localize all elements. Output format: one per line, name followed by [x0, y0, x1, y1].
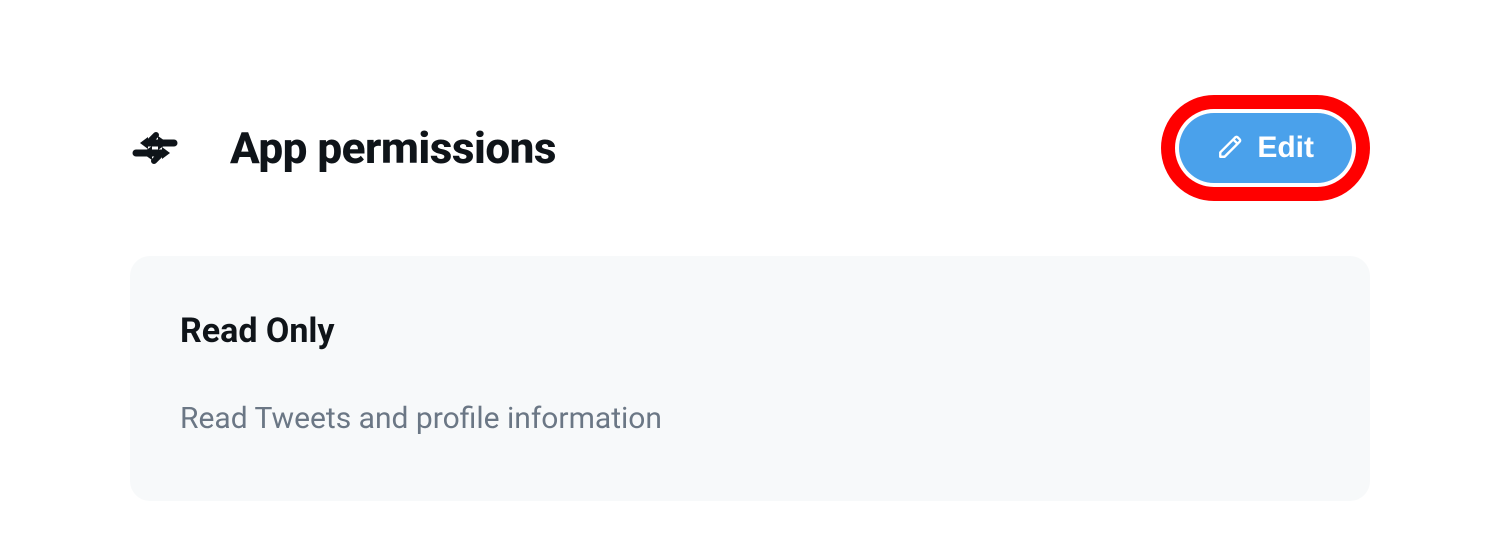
edit-button-label: Edit	[1257, 131, 1314, 165]
highlight-annotation: Edit	[1161, 95, 1370, 201]
page-title: App permissions	[230, 122, 556, 174]
permission-card: Read Only Read Tweets and profile inform…	[130, 256, 1370, 501]
permission-level-title: Read Only	[180, 311, 1320, 351]
swap-arrows-icon	[130, 128, 180, 168]
section-header: App permissions Edit	[130, 95, 1370, 201]
highlight-inner: Edit	[1175, 109, 1356, 187]
edit-button[interactable]: Edit	[1179, 113, 1352, 183]
pencil-icon	[1217, 134, 1243, 163]
permission-description: Read Tweets and profile information	[180, 401, 1320, 436]
header-left-group: App permissions	[130, 122, 556, 174]
